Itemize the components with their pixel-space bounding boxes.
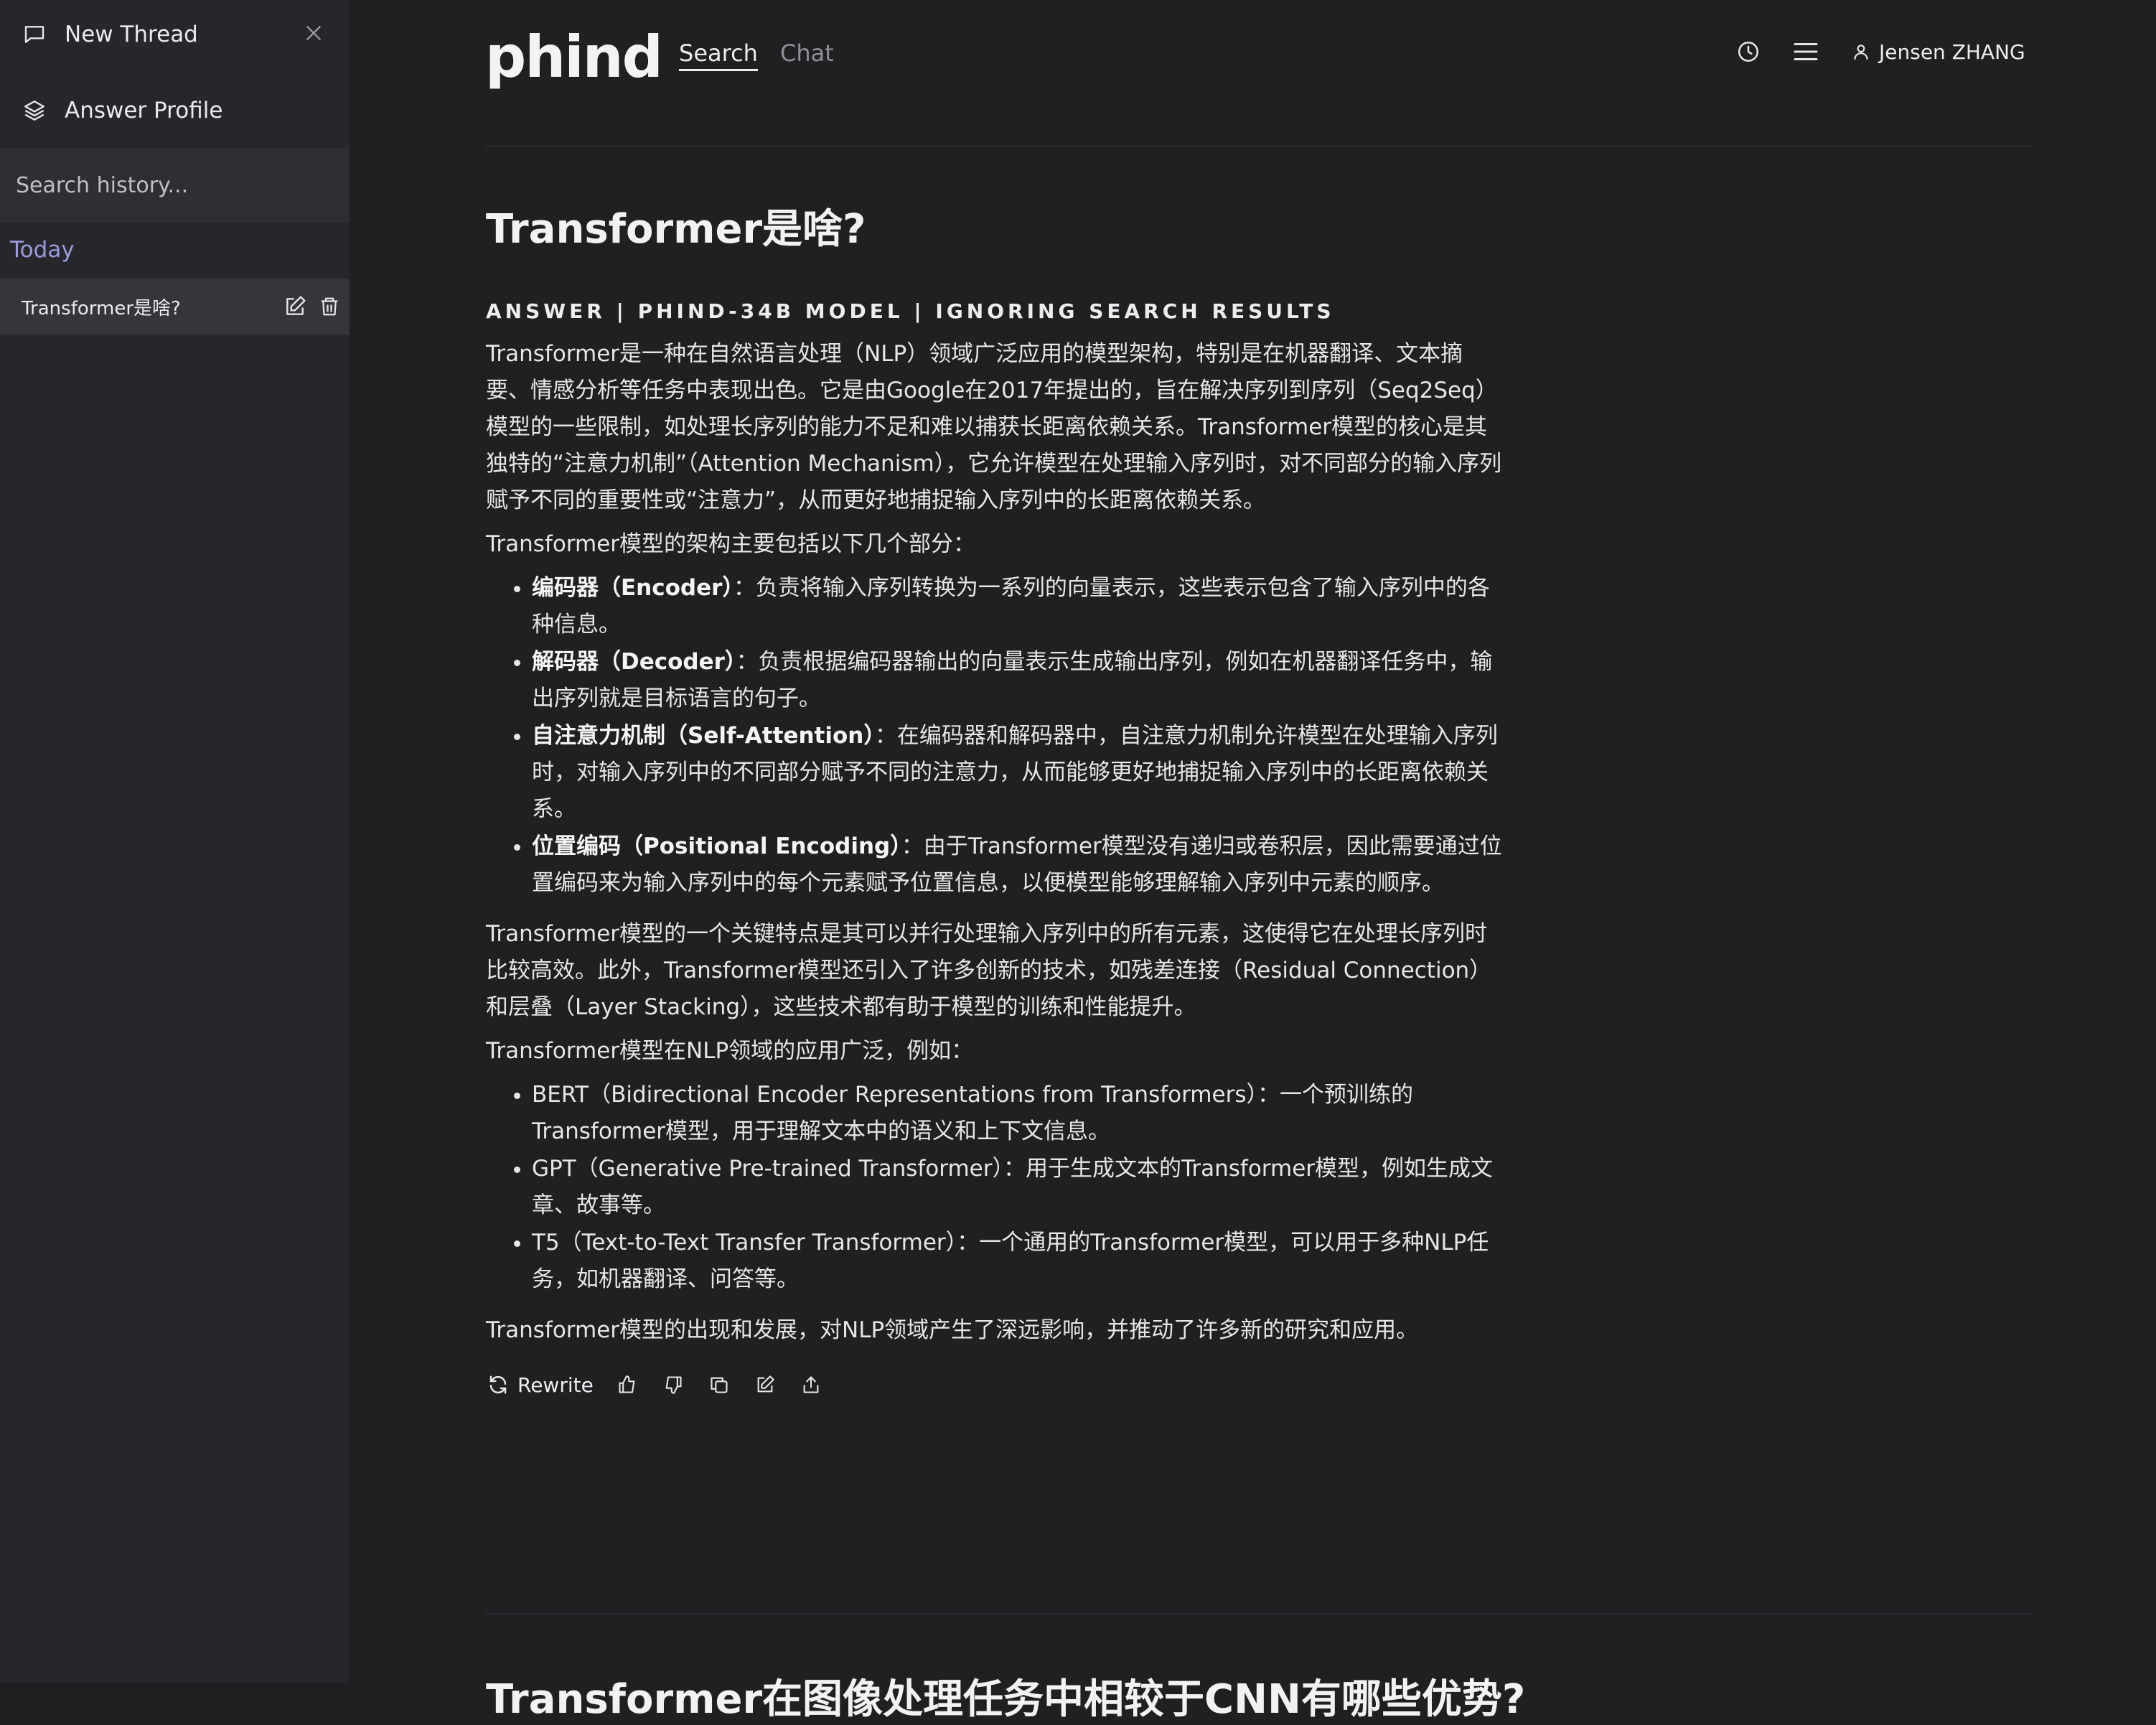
user-name: Jensen ZHANG	[1879, 39, 2025, 64]
list-item: T5（Text-to-Text Transfer Transformer）：一个…	[532, 1225, 1505, 1298]
chat-bubble-icon	[20, 20, 49, 49]
menu-icon[interactable]	[1790, 36, 1822, 67]
answer-header: ANSWER | PHIND-34B MODEL | IGNORING SEAR…	[486, 299, 1335, 323]
thumbs-down-icon[interactable]	[661, 1373, 685, 1397]
applications-list: BERT（Bidirectional Encoder Representatio…	[486, 1077, 1505, 1298]
close-icon[interactable]	[299, 19, 328, 47]
refresh-icon	[486, 1373, 510, 1397]
answer-profile-button[interactable]: Answer Profile	[0, 92, 350, 129]
copy-icon[interactable]	[707, 1373, 731, 1397]
answer-paragraph: Transformer模型的出现和发展，对NLP领域产生了深远影响，并推动了许多…	[486, 1317, 1419, 1343]
answer-profile-label: Answer Profile	[65, 98, 223, 123]
thumbs-up-icon[interactable]	[615, 1373, 639, 1397]
edit-icon[interactable]	[753, 1373, 777, 1397]
phind-logo[interactable]: phind	[485, 22, 663, 93]
new-thread-label: New Thread	[65, 22, 198, 47]
rewrite-label: Rewrite	[517, 1373, 594, 1397]
share-icon[interactable]	[799, 1373, 823, 1397]
list-item: 自注意力机制（Self-Attention）：在编码器和解码器中，自注意力机制允…	[532, 718, 1505, 828]
list-item: GPT（Generative Pre-trained Transformer）：…	[532, 1151, 1505, 1224]
list-item: 编码器（Encoder）：负责将输入序列转换为一系列的向量表示，这些表示包含了输…	[532, 570, 1505, 643]
history-group-today: Today	[10, 237, 75, 263]
answer-paragraph: Transformer模型的架构主要包括以下几个部分：	[486, 531, 976, 557]
list-item: BERT（Bidirectional Encoder Representatio…	[532, 1077, 1505, 1150]
history-clock-icon[interactable]	[1733, 36, 1764, 67]
user-menu[interactable]: Jensen ZHANG	[1850, 36, 2025, 67]
edit-icon[interactable]	[281, 292, 309, 321]
user-icon	[1850, 41, 1872, 62]
sidebar: New Thread Answer Profile Today Transfor…	[0, 0, 350, 1683]
answer-actions: Rewrite	[486, 1369, 1505, 1401]
thread-divider	[486, 1613, 2032, 1614]
search-history-input[interactable]	[0, 148, 350, 223]
history-item[interactable]: Transformer是啥?	[0, 279, 350, 335]
tab-search[interactable]: Search	[679, 39, 758, 71]
components-list: 编码器（Encoder）：负责将输入序列转换为一系列的向量表示，这些表示包含了输…	[486, 570, 1505, 902]
layers-icon	[20, 96, 49, 125]
tab-chat[interactable]: Chat	[780, 39, 834, 67]
rewrite-button[interactable]: Rewrite	[486, 1373, 594, 1397]
list-item: 解码器（Decoder）：负责根据编码器输出的向量表示生成输出序列，例如在机器翻…	[532, 644, 1505, 717]
trash-icon[interactable]	[315, 292, 344, 321]
next-question-title: Transformer在图像处理任务中相较于CNN有哪些优势?	[486, 1676, 1526, 1723]
list-item-term: 位置编码（Positional Encoding）	[532, 833, 901, 859]
question-title: Transformer是啥?	[486, 206, 866, 253]
answer-block: Transformer是啥? ANSWER | PHIND-34B MODEL …	[486, 194, 1505, 1401]
list-item-term: 解码器（Decoder）	[532, 649, 736, 675]
answer-paragraph: Transformer是一种在自然语言处理（NLP）领域广泛应用的模型架构，特别…	[486, 341, 1502, 513]
list-item-term: 自注意力机制（Self-Attention）	[532, 723, 875, 749]
new-thread-button[interactable]: New Thread	[0, 16, 350, 53]
list-item-term: 编码器（Encoder）	[532, 575, 733, 601]
history-item-label: Transformer是啥?	[22, 297, 181, 319]
header-divider	[486, 146, 2032, 147]
answer-paragraph: Transformer模型的一个关键特点是其可以并行处理输入序列中的所有元素，这…	[486, 921, 1492, 1020]
answer-paragraph: Transformer模型在NLP领域的应用广泛，例如：	[486, 1038, 974, 1064]
list-item: 位置编码（Positional Encoding）：由于Transformer模…	[532, 828, 1505, 902]
